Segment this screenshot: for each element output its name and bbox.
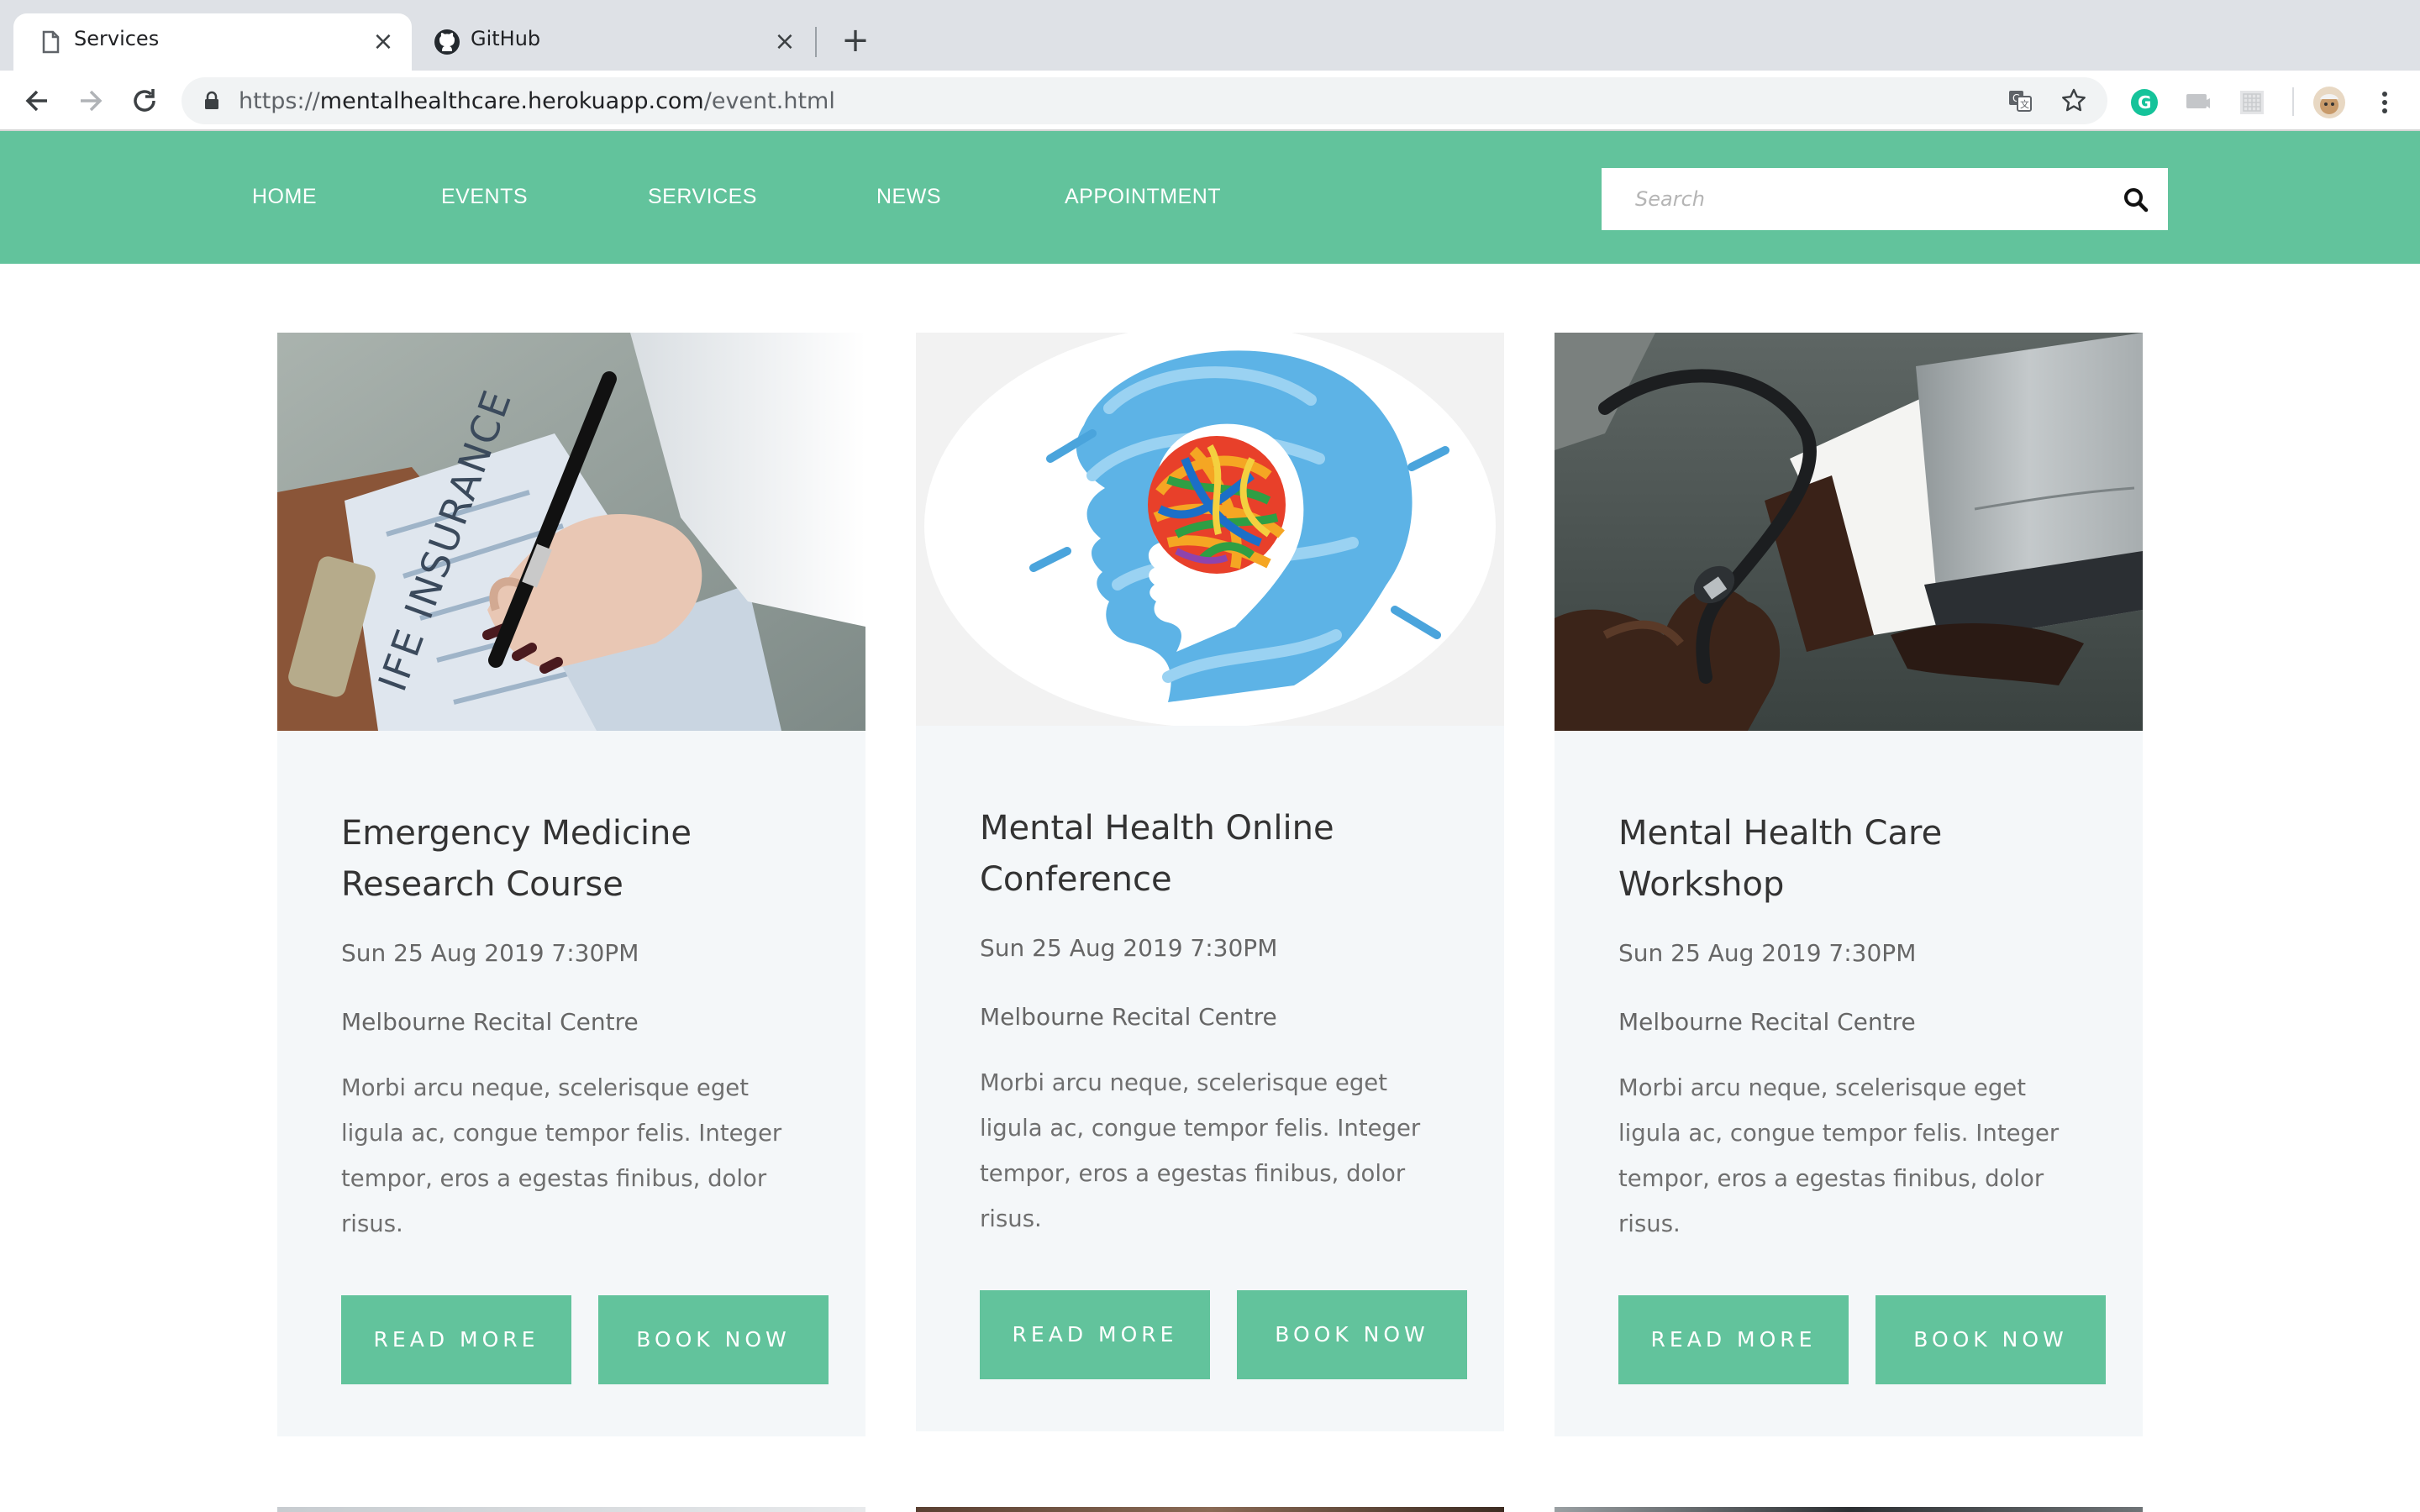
blood-pressure-cuff-photo — [1555, 333, 2143, 731]
grammarly-icon[interactable]: G — [2129, 87, 2160, 118]
page-icon — [42, 30, 60, 54]
event-card: IFE INSURANCE Emergency Medicine Researc… — [277, 333, 865, 1436]
address-bar[interactable]: https://mentalhealthcare.herokuapp.com/e… — [182, 77, 2107, 124]
new-tab-icon[interactable]: + — [835, 20, 876, 60]
book-now-button[interactable]: BOOK NOW — [1876, 1295, 2106, 1384]
tab-title: Services — [74, 27, 160, 50]
nav-services[interactable]: SERVICES — [648, 185, 757, 209]
read-more-button[interactable]: READ MORE — [980, 1290, 1210, 1379]
reload-icon[interactable] — [124, 81, 165, 121]
event-venue: Melbourne Recital Centre — [980, 1003, 1277, 1031]
head-silhouette-brain-illustration — [916, 333, 1504, 726]
tab-title: GitHub — [471, 27, 541, 50]
event-card: Mental Health Online Conference Sun 25 A… — [916, 333, 1504, 1431]
search-input[interactable] — [1602, 168, 2106, 230]
close-icon[interactable]: × — [366, 25, 400, 59]
url-text: https://mentalhealthcare.herokuapp.com/e… — [239, 88, 835, 114]
book-now-button[interactable]: BOOK NOW — [1237, 1290, 1467, 1379]
event-title: Mental Health Care Workshop — [1618, 814, 1943, 904]
event-description: Morbi arcu neque, scelerisque eget ligul… — [341, 1074, 782, 1237]
event-description: Morbi arcu neque, scelerisque eget ligul… — [1618, 1074, 2060, 1237]
event-venue: Melbourne Recital Centre — [1618, 1008, 1916, 1036]
event-date: Sun 25 Aug 2019 7:30PM — [980, 934, 1278, 962]
browser-toolbar: https://mentalhealthcare.herokuapp.com/e… — [0, 71, 2420, 131]
read-more-button[interactable]: READ MORE — [341, 1295, 571, 1384]
browser-tabstrip: Services × GitHub × + — [0, 0, 2420, 71]
next-card-image-edge — [277, 1507, 865, 1512]
github-icon — [434, 29, 460, 55]
insurance-form-writing-photo: IFE INSURANCE — [277, 333, 865, 731]
svg-text:G: G — [2138, 92, 2151, 113]
event-date: Sun 25 Aug 2019 7:30PM — [341, 939, 639, 967]
nav-appointment[interactable]: APPOINTMENT — [1065, 185, 1221, 209]
close-icon[interactable]: × — [768, 25, 802, 59]
tab-github[interactable]: GitHub × — [425, 13, 813, 71]
event-description: Morbi arcu neque, scelerisque eget ligul… — [980, 1069, 1421, 1232]
event-title: Emergency Medicine Research Course — [341, 814, 692, 904]
nav-home[interactable]: HOME — [252, 185, 317, 209]
search-icon[interactable] — [2123, 186, 2149, 213]
site-navbar: HOME EVENTS SERVICES NEWS APPOINTMENT — [0, 131, 2420, 264]
search-box — [1602, 168, 2168, 230]
read-more-button[interactable]: READ MORE — [1618, 1295, 1849, 1384]
star-icon[interactable] — [2060, 87, 2087, 114]
event-venue: Melbourne Recital Centre — [341, 1008, 639, 1036]
cast-icon[interactable] — [2183, 87, 2213, 118]
extension-icon[interactable] — [2237, 87, 2267, 118]
event-date: Sun 25 Aug 2019 7:30PM — [1618, 939, 1917, 967]
next-card-image-edge — [916, 1507, 1504, 1512]
lock-icon — [205, 91, 218, 109]
book-now-button[interactable]: BOOK NOW — [598, 1295, 829, 1384]
tab-services[interactable]: Services × — [13, 13, 412, 71]
event-card: Mental Health Care Workshop Sun 25 Aug 2… — [1555, 333, 2143, 1436]
svg-text:文: 文 — [2020, 98, 2029, 110]
translate-icon[interactable]: G 文 — [2007, 87, 2033, 114]
nav-events[interactable]: EVENTS — [441, 185, 528, 209]
nav-news[interactable]: NEWS — [876, 185, 941, 209]
forward-arrow-icon[interactable] — [71, 81, 111, 121]
event-title: Mental Health Online Conference — [980, 809, 1334, 899]
next-card-image-edge — [1555, 1507, 2143, 1512]
avatar[interactable] — [2312, 86, 2346, 119]
tab-divider — [815, 27, 817, 57]
back-arrow-icon[interactable] — [17, 81, 57, 121]
menu-dots-icon[interactable] — [2370, 87, 2400, 118]
toolbar-divider — [2292, 87, 2294, 116]
